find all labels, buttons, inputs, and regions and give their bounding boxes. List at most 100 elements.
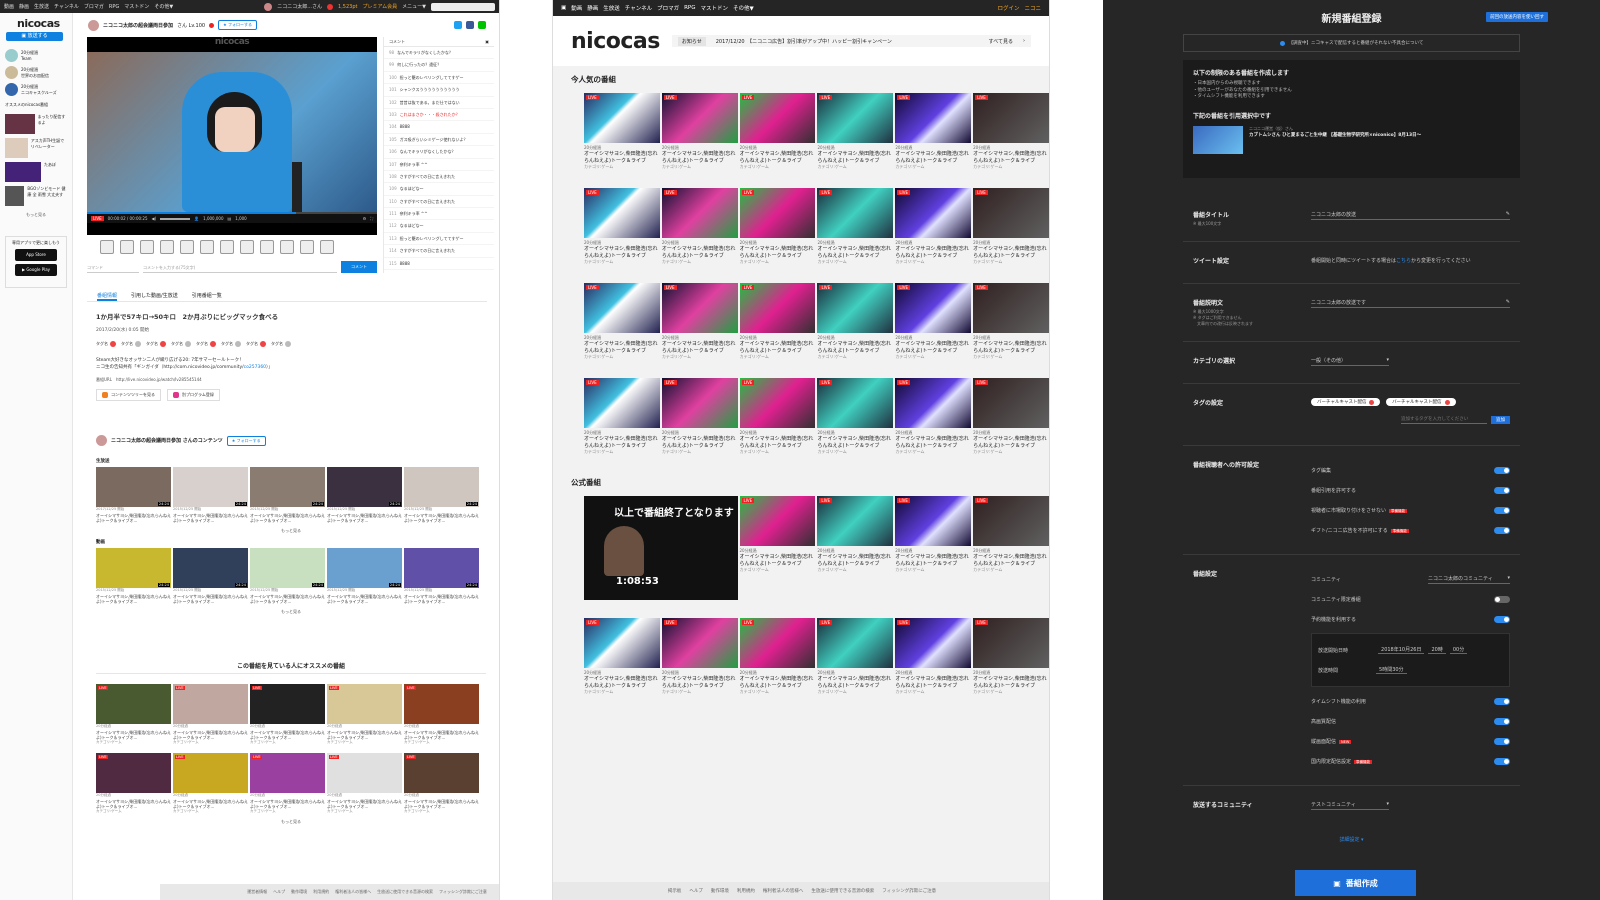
comment-row[interactable]: 99 何しに行ったの？遠征？ xyxy=(384,59,494,72)
tag-dictionary-icon[interactable] xyxy=(210,341,216,347)
tag-pill[interactable]: バーチャルキャスト配信 xyxy=(1311,398,1381,406)
rec-item[interactable]: アスカ声TH生誕でリベレーター xyxy=(0,136,72,160)
nav-item-mastodon[interactable]: マストドン xyxy=(124,3,149,10)
thumb-card[interactable]: 24:24 2015/12/25 開始 オーイシマサヨシ,柴田隆浩(忘れらんねえよ)… xyxy=(327,467,402,523)
program-card[interactable]: LIVE 20分経過 オーイシマサヨシ,柴田隆浩(忘れらんねえよ)トーク＆ライブ カテ… xyxy=(739,378,816,455)
thumb-card[interactable]: 24:24 2017/12/25 開始 オーイシマサヨシ,柴田隆浩(忘れらんねえよ)… xyxy=(96,467,171,523)
quoted-program[interactable]: ニコニコ運営（仮）さん カブトムシさん ひと夏まるごと生中継 【基礎生物学研究所×… xyxy=(1193,125,1510,154)
program-card[interactable]: LIVE 20分経過 オーイシマサヨシ,柴田隆浩(忘れらんねえよ)トーク＆ライブ カテ… xyxy=(817,496,894,600)
sticker-icon[interactable] xyxy=(180,240,194,254)
program-card[interactable]: LIVE 20分経過 オーイシマサヨシ,柴田隆浩(忘れらんねえよ)トーク＆ライブ カテ… xyxy=(739,93,816,170)
command-input[interactable]: コマンド xyxy=(87,261,139,273)
game-icon[interactable] xyxy=(300,240,314,254)
menu-button[interactable]: メニュー▼ xyxy=(402,3,426,10)
footer-link[interactable]: ヘルプ xyxy=(273,889,285,895)
tag-item[interactable]: タグ名 xyxy=(96,341,116,347)
program-card[interactable]: LIVE 20分経過 オーイシマサヨシ,柴田隆浩(忘れらんねえよ)トーク＆ライブ カテ… xyxy=(584,93,660,170)
tag-info-icon[interactable] xyxy=(285,341,291,347)
comment-row[interactable]: 110 さすがすべての日に言えきれた xyxy=(384,196,494,209)
comment-row[interactable]: 103 これはまさか・・・殺されたか？ xyxy=(384,109,494,122)
thumb-card[interactable]: LIVE 20分経過 オーイシマサヨシ,柴田隆浩(忘れらんねえよ)トーク＆ライブオ.… xyxy=(327,684,402,745)
program-card[interactable]: LIVE 20分経過 オーイシマサヨシ,柴田隆浩(忘れらんねえよ)トーク＆ライブ カテ… xyxy=(739,496,816,600)
comment-row[interactable]: 113 担っと籠のレベリングしててすゲー xyxy=(384,233,494,246)
notice-banner[interactable]: 【調査中】ニコキャスで配信すると番組がそれない不具合について xyxy=(1183,34,1520,52)
thumb-card[interactable]: LIVE 20分経過 オーイシマサヨシ,柴田隆浩(忘れらんねえよ)トーク＆ライブオ.… xyxy=(173,684,248,745)
login-link[interactable]: ログイン xyxy=(997,4,1019,12)
thumb-card[interactable]: LIVE 20分経過 オーイシマサヨシ,柴田隆浩(忘れらんねえよ)トーク＆ライブオ.… xyxy=(250,684,325,745)
more-link[interactable]: もっと見る xyxy=(96,523,486,539)
follow-button[interactable]: ★ フォローする xyxy=(226,435,266,446)
follow-button[interactable]: ★ フォローする xyxy=(218,20,257,30)
nav-item-more[interactable]: その他▼ xyxy=(733,4,754,12)
fullscreen-icon[interactable]: ⛶ xyxy=(370,216,373,221)
comment-row[interactable]: 100 担っと籠のレベリングしててすゲー xyxy=(384,72,494,85)
program-card[interactable]: LIVE 20分経過 オーイシマサヨシ,柴田隆浩(忘れらんねえよ)トーク＆ライブ カテ… xyxy=(661,283,738,360)
quiz-icon[interactable] xyxy=(240,240,254,254)
footer-link[interactable]: 動作環境 xyxy=(291,889,307,895)
comment-row[interactable]: 104 8888 xyxy=(384,121,494,134)
program-card[interactable]: LIVE 20分経過 オーイシマサヨシ,柴田隆浩(忘れらんねえよ)トーク＆ライブ カテ… xyxy=(584,618,660,695)
tag-info-icon[interactable] xyxy=(135,341,141,347)
program-card[interactable]: LIVE 20分経過 オーイシマサヨシ,柴田隆浩(忘れらんねえよ)トーク＆ライブ カテ… xyxy=(817,618,894,695)
cat-icon[interactable] xyxy=(220,240,234,254)
footer-link[interactable]: 利用規約 xyxy=(737,888,755,894)
setting-toggle[interactable] xyxy=(1494,717,1510,725)
facebook-icon[interactable] xyxy=(466,21,474,29)
start-hour-select[interactable]: 20時 xyxy=(1428,646,1446,654)
footer-link[interactable]: 権利者法人の皆様へ xyxy=(763,888,804,894)
program-card[interactable]: LIVE 20分経過 オーイシマサヨシ,柴田隆浩(忘れらんねえよ)トーク＆ライブ カテ… xyxy=(584,188,660,265)
desc-input[interactable]: ニコニコ太郎の放送です ✎ xyxy=(1311,298,1510,308)
tag-remove-icon[interactable] xyxy=(1444,399,1450,405)
tag-item[interactable]: タグ名 xyxy=(271,341,291,347)
thumb-card[interactable]: 24:24 2015/12/25 開始 オーイシマサヨシ,柴田隆浩(忘れらんねえよ)… xyxy=(404,548,479,604)
search-input[interactable] xyxy=(431,2,495,11)
setting-toggle[interactable] xyxy=(1494,526,1510,534)
rec-item[interactable]: たあぼ xyxy=(0,160,72,184)
comment-submit-button[interactable]: コメント xyxy=(341,261,377,273)
program-card[interactable]: LIVE 20分経過 オーイシマサヨシ,柴田隆浩(忘れらんねえよ)トーク＆ライブ カテ… xyxy=(817,378,894,455)
news-all-link[interactable]: すべて見る xyxy=(989,38,1013,45)
setting-toggle[interactable] xyxy=(1494,737,1510,745)
more-link[interactable]: もっと見る xyxy=(96,604,486,620)
program-card[interactable]: LIVE 20分経過 オーイシマサヨシ,柴田隆浩(忘れらんねえよ)トーク＆ライブ カテ… xyxy=(817,188,894,265)
follow-item[interactable]: 20分経過 Team xyxy=(0,47,72,64)
thumb-card[interactable]: 24:24 2015/12/25 開始 オーイシマサヨシ,柴田隆浩(忘れらんねえよ)… xyxy=(250,548,325,604)
line-icon[interactable] xyxy=(478,21,486,29)
setting-toggle[interactable] xyxy=(1494,697,1510,705)
featured-program[interactable]: 以上で番組終了となります 1:08:53 xyxy=(584,496,738,600)
setting-toggle[interactable] xyxy=(1494,506,1510,514)
footer-link[interactable]: 運営者情報 xyxy=(247,889,267,895)
comment-row[interactable]: 101 シャンクスうううううううううう xyxy=(384,84,494,97)
program-card[interactable]: LIVE 20分経過 オーイシマサヨシ,柴田隆浩(忘れらんねえよ)トーク＆ライブ カテ… xyxy=(739,618,816,695)
community-select[interactable]: ニコニコ太郎のコミュニティ ▾ xyxy=(1428,574,1510,584)
program-card[interactable]: LIVE 20分経過 オーイシマサヨシ,柴田隆浩(忘れらんねえよ)トーク＆ライブ カテ… xyxy=(661,378,738,455)
program-card[interactable]: LIVE 20分経過 オーイシマサヨシ,柴田隆浩(忘れらんねえよ)トーク＆ライブ カテ… xyxy=(895,283,972,360)
comment-row[interactable]: 106 なんでキラリがなくしたかな？ xyxy=(384,146,494,159)
thumb-card[interactable]: LIVE 20分経過 オーイシマサヨシ,柴田隆浩(忘れらんねえよ)トーク＆ライブオ.… xyxy=(327,753,402,814)
thumb-card[interactable]: LIVE 20分経過 オーイシマサヨシ,柴田隆浩(忘れらんねえよ)トーク＆ライブオ.… xyxy=(250,753,325,814)
grid-icon[interactable] xyxy=(260,240,274,254)
tag-pill[interactable]: バーチャルキャスト配信 xyxy=(1386,398,1456,406)
footer-link[interactable]: 掲示板 xyxy=(668,888,682,894)
register-program-button[interactable]: 別プログラム登録 xyxy=(167,389,220,401)
user-avatar[interactable] xyxy=(264,2,273,11)
volume-icon[interactable]: ◀) xyxy=(152,216,157,221)
comment-input[interactable]: コメントを入力する(75文字) xyxy=(143,261,337,273)
title-input[interactable]: ニコニコ太郎の放送 ✎ xyxy=(1311,210,1510,220)
program-card[interactable]: LIVE 20分経過 オーイシマサヨシ,柴田隆浩(忘れらんねえよ)トーク＆ライブ カテ… xyxy=(584,378,660,455)
nav-item-channel[interactable]: チャンネル xyxy=(54,3,79,10)
rec-item[interactable]: BGOゾンビモード 健康 全 雨雪 大丈夫す xyxy=(0,184,72,208)
box-icon[interactable] xyxy=(160,240,174,254)
start-date-select[interactable]: 2018年10月26日 xyxy=(1378,646,1425,654)
program-card[interactable]: LIVE 20分経過 オーイシマサヨシ,柴田隆浩(忘れらんねえよ)トーク＆ライブ カテ… xyxy=(817,283,894,360)
nav-item-mastodon[interactable]: マストドン xyxy=(701,4,729,12)
program-card[interactable]: LIVE 20分経過 オーイシマサヨシ,柴田隆浩(忘れらんねえよ)トーク＆ライブ カテ… xyxy=(895,496,972,600)
comment-row[interactable]: 105 ガス吸ぎらいシミゲージ使れないよ？ xyxy=(384,134,494,147)
nav-item-seiga[interactable]: 静画 xyxy=(19,3,29,10)
cup-icon[interactable] xyxy=(200,240,214,254)
window-icon[interactable] xyxy=(280,240,294,254)
owner-avatar[interactable] xyxy=(96,435,107,446)
comment-row[interactable]: 112 なるほどな～ xyxy=(384,220,494,233)
volume-slider[interactable] xyxy=(160,217,191,220)
tag-info-icon[interactable] xyxy=(235,341,241,347)
